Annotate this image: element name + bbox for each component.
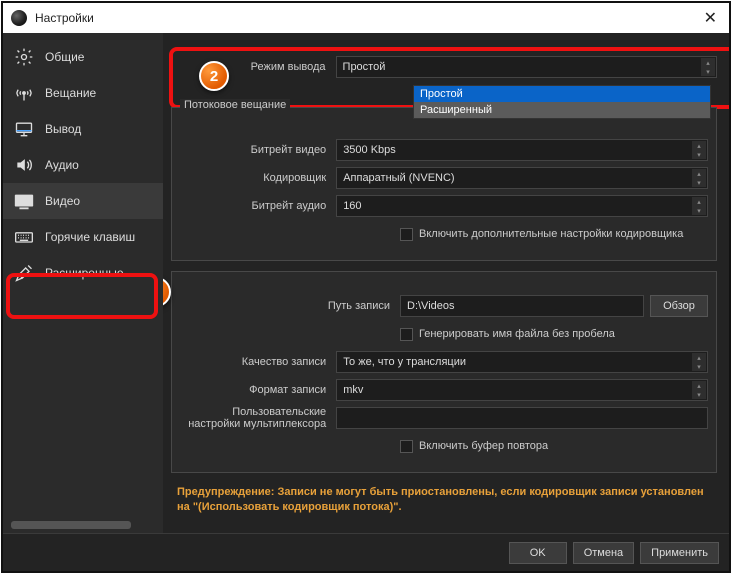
antenna-icon	[13, 82, 35, 104]
sidebar-item-advanced[interactable]: Расширенные	[3, 255, 163, 291]
advanced-encoder-checkbox[interactable]: Включить дополнительные настройки кодиро…	[400, 228, 683, 241]
sidebar-item-label: Видео	[45, 194, 80, 208]
sidebar-item-general[interactable]: Общие	[3, 39, 163, 75]
audio-bitrate-value: 160	[343, 200, 361, 212]
spin-up-icon[interactable]: ▴	[692, 141, 706, 150]
chevron-down-icon: ▾	[692, 206, 706, 215]
sidebar-item-audio[interactable]: Аудио	[3, 147, 163, 183]
record-format-value: mkv	[343, 384, 363, 396]
dropdown-option-simple[interactable]: Простой	[414, 86, 710, 102]
replay-buffer-checkbox[interactable]: Включить буфер повтора	[400, 440, 548, 453]
video-bitrate-value: 3500 Kbps	[343, 144, 396, 156]
encoder-value: Аппаратный (NVENC)	[343, 172, 454, 184]
video-bitrate-label: Битрейт видео	[180, 144, 336, 156]
main-panel: Режим вывода Простой ▴▾ Простой Расширен…	[163, 33, 729, 533]
output-mode-combo[interactable]: Простой ▴▾	[336, 56, 717, 78]
monitor-icon	[13, 118, 35, 140]
obs-logo-icon	[11, 10, 27, 26]
sidebar-item-label: Вывод	[45, 122, 81, 136]
encoder-label: Кодировщик	[180, 172, 336, 184]
apply-button[interactable]: Применить	[640, 542, 719, 564]
spin-down-icon[interactable]: ▾	[692, 150, 706, 159]
video-bitrate-input[interactable]: 3500 Kbps ▴▾	[336, 139, 708, 161]
warning-text: Предупреждение: Записи не могут быть при…	[165, 477, 723, 519]
chevron-up-icon: ▴	[692, 197, 706, 206]
checkbox-icon	[400, 328, 413, 341]
tools-icon	[13, 262, 35, 284]
chevron-down-icon: ▾	[692, 390, 706, 399]
nospace-label: Генерировать имя файла без пробела	[419, 328, 615, 340]
ok-button[interactable]: OK	[509, 542, 567, 564]
sidebar-item-video[interactable]: Видео	[3, 183, 163, 219]
cancel-button[interactable]: Отмена	[573, 542, 634, 564]
callout-2: 2	[199, 61, 229, 91]
sidebar-item-label: Расширенные	[45, 266, 124, 280]
record-quality-label: Качество записи	[180, 356, 336, 368]
record-path-value: D:\Videos	[407, 300, 455, 312]
display-icon	[13, 190, 35, 212]
speaker-icon	[13, 154, 35, 176]
footer: OK Отмена Применить	[3, 533, 729, 571]
record-format-label: Формат записи	[180, 384, 336, 396]
sidebar-item-label: Вещание	[45, 86, 96, 100]
record-quality-value: То же, что у трансляции	[343, 356, 466, 368]
audio-bitrate-label: Битрейт аудио	[180, 200, 336, 212]
chevron-down-icon: ▾	[692, 362, 706, 371]
sidebar-item-hotkeys[interactable]: Горячие клавиш	[3, 219, 163, 255]
gear-icon	[13, 46, 35, 68]
replay-buffer-label: Включить буфер повтора	[419, 440, 548, 452]
record-path-input[interactable]: D:\Videos	[400, 295, 644, 317]
muxer-label: Пользовательские настройки мультиплексор…	[180, 406, 336, 430]
output-mode-value: Простой	[343, 61, 386, 73]
record-quality-combo[interactable]: То же, что у трансляции ▴▾	[336, 351, 708, 373]
chevron-down-icon: ▾	[701, 67, 715, 76]
advanced-encoder-label: Включить дополнительные настройки кодиро…	[419, 228, 683, 240]
chevron-up-icon: ▴	[692, 353, 706, 362]
sidebar: Общие Вещание Вывод Аудио Видео Горячие …	[3, 33, 163, 533]
titlebar: Настройки ✕	[3, 3, 729, 33]
browse-button[interactable]: Обзор	[650, 295, 708, 317]
sidebar-item-output[interactable]: Вывод	[3, 111, 163, 147]
output-mode-dropdown[interactable]: Простой Расширенный	[413, 85, 711, 119]
output-mode-label: Режим вывода	[173, 61, 336, 73]
chevron-up-icon: ▴	[701, 58, 715, 67]
close-icon[interactable]: ✕	[700, 8, 721, 28]
nospace-checkbox[interactable]: Генерировать имя файла без пробела	[400, 328, 615, 341]
checkbox-icon	[400, 228, 413, 241]
encoder-combo[interactable]: Аппаратный (NVENC) ▴▾	[336, 167, 708, 189]
record-format-combo[interactable]: mkv ▴▾	[336, 379, 708, 401]
dropdown-option-advanced[interactable]: Расширенный	[414, 102, 710, 118]
checkbox-icon	[400, 440, 413, 453]
callout-1: 1	[163, 277, 171, 307]
audio-bitrate-combo[interactable]: 160 ▴▾	[336, 195, 708, 217]
chevron-down-icon: ▾	[692, 178, 706, 187]
sidebar-item-stream[interactable]: Вещание	[3, 75, 163, 111]
chevron-up-icon: ▴	[692, 169, 706, 178]
window-title: Настройки	[35, 11, 94, 25]
sidebar-item-label: Аудио	[45, 158, 79, 172]
record-path-label: Путь записи	[180, 300, 400, 312]
streaming-group-title: Потоковое вещание	[180, 99, 290, 111]
keyboard-icon	[13, 226, 35, 248]
sidebar-item-label: Общие	[45, 50, 84, 64]
sidebar-item-label: Горячие клавиш	[45, 230, 135, 244]
chevron-up-icon: ▴	[692, 381, 706, 390]
muxer-input[interactable]	[336, 407, 708, 429]
sidebar-scrollbar[interactable]	[11, 521, 131, 529]
